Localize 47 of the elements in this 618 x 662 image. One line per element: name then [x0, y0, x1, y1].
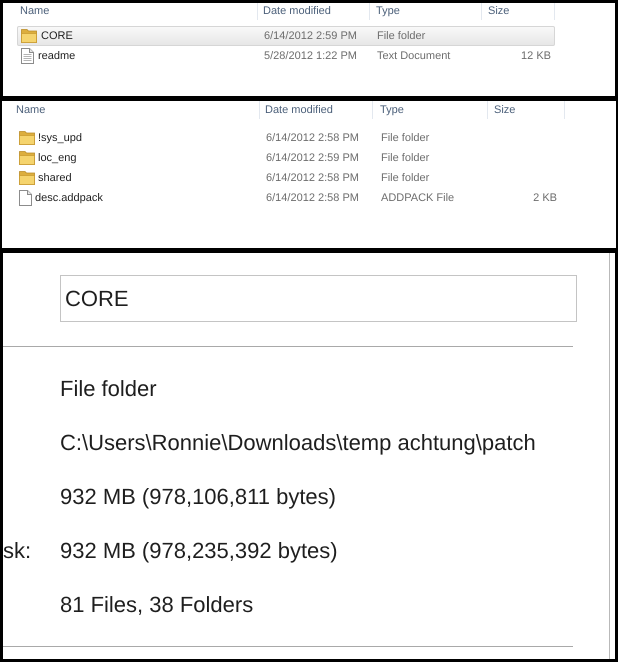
- column-header[interactable]: Date modified: [260, 101, 373, 119]
- property-value: File folder: [60, 374, 157, 402]
- date-text: 6/14/2012 2:59 PM: [264, 30, 357, 42]
- folder-icon: [19, 131, 35, 145]
- file-name: readme: [38, 48, 76, 64]
- file-row[interactable]: loc_eng 6/14/2012 2:59 PM File folder: [13, 148, 565, 168]
- property-label: sk:: [3, 538, 32, 562]
- type-text: File folder: [381, 152, 430, 164]
- folder-icon: [19, 151, 35, 165]
- file-row[interactable]: !sys_upd 6/14/2012 2:58 PM File folder: [13, 128, 565, 148]
- file-row[interactable]: CORE 6/14/2012 2:59 PM File folder: [17, 26, 555, 46]
- date-text: 6/14/2012 2:58 PM: [266, 132, 359, 144]
- file-name: shared: [38, 170, 72, 186]
- file-row[interactable]: readme 5/28/2012 1:22 PM Text Document 12 KB: [17, 46, 555, 66]
- file-name: desc.addpack: [35, 190, 103, 206]
- date-text: 6/14/2012 2:59 PM: [266, 152, 359, 164]
- property-value: 81 Files, 38 Folders: [60, 590, 254, 618]
- date-text: 5/28/2012 1:22 PM: [264, 50, 357, 62]
- file-row[interactable]: desc.addpack 6/14/2012 2:58 PM ADDPACK File 2 KB: [13, 188, 565, 208]
- date-text: 6/14/2012 2:58 PM: [266, 172, 359, 184]
- column-header[interactable]: Name: [17, 3, 258, 20]
- column-header[interactable]: Size: [482, 3, 555, 20]
- type-text: File folder: [377, 30, 426, 42]
- column-header[interactable]: Type: [370, 3, 482, 20]
- blank-file-icon: [19, 190, 32, 206]
- property-value: C:\Users\Ronnie\Downloads\temp achtung\patch: [60, 428, 536, 457]
- type-text: File folder: [381, 172, 430, 184]
- file-name: CORE: [41, 28, 73, 44]
- column-header[interactable]: Name: [13, 101, 260, 119]
- size-text: 2 KB: [533, 190, 557, 206]
- size-text: 12 KB: [521, 48, 551, 64]
- folder-icon: [19, 171, 35, 185]
- property-value: 932 MB (978,235,392 bytes): [60, 536, 338, 565]
- date-text: 6/14/2012 2:58 PM: [266, 192, 359, 204]
- column-header[interactable]: Type: [373, 101, 488, 119]
- column-header[interactable]: Date modified: [258, 3, 370, 20]
- property-value: 932 MB (978,106,811 bytes): [60, 482, 336, 511]
- column-header[interactable]: Size: [488, 101, 565, 119]
- folder-icon: [21, 29, 37, 43]
- text-document-icon: [21, 48, 34, 64]
- file-row[interactable]: shared 6/14/2012 2:58 PM File folder: [13, 168, 565, 188]
- file-name: loc_eng: [38, 150, 77, 166]
- file-name: !sys_upd: [38, 130, 82, 146]
- name-field[interactable]: CORE: [60, 275, 577, 322]
- type-text: Text Document: [377, 50, 450, 62]
- type-text: ADDPACK File: [381, 192, 454, 204]
- type-text: File folder: [381, 132, 430, 144]
